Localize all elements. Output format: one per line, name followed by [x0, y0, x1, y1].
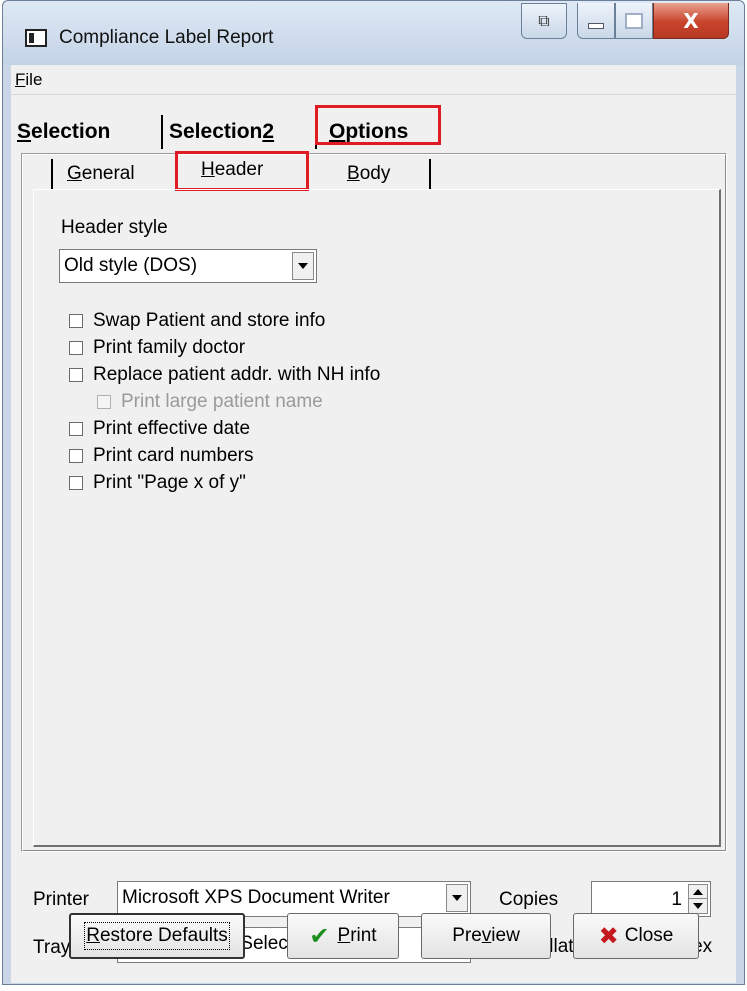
- tab-general[interactable]: General: [67, 157, 135, 191]
- tab-separator: [161, 115, 163, 149]
- minimize-button[interactable]: [577, 3, 615, 39]
- app-icon[interactable]: [25, 29, 47, 47]
- preview-button[interactable]: Pre v iew: [421, 913, 551, 959]
- highlight-options-tab: [315, 105, 441, 145]
- checkbox: [97, 395, 111, 409]
- tab-body[interactable]: Body: [347, 157, 390, 191]
- chevron-down-icon[interactable]: [292, 252, 314, 280]
- tab-selection-2[interactable]: Selection 2: [169, 115, 274, 149]
- restore-window-icon: ⧉: [538, 11, 550, 30]
- close-button[interactable]: ✖ Close: [573, 913, 699, 959]
- checkbox[interactable]: [69, 422, 83, 436]
- checkmark-icon: ✔: [309, 922, 330, 950]
- window-extra-button[interactable]: ⧉: [521, 3, 567, 39]
- checkbox[interactable]: [69, 341, 83, 355]
- chevron-down-icon[interactable]: [446, 884, 468, 912]
- checkbox[interactable]: [69, 449, 83, 463]
- checkbox[interactable]: [69, 476, 83, 490]
- copies-label: Copies: [499, 889, 559, 910]
- header-tab-content: [33, 189, 721, 847]
- checkbox-print-effective-date[interactable]: Print effective date: [69, 417, 250, 441]
- subtab-edge: [429, 159, 431, 189]
- maximize-button[interactable]: [615, 3, 653, 39]
- subtab-edge: [51, 159, 53, 189]
- checkbox-print-large-patient-name: Print large patient name: [97, 390, 323, 414]
- close-icon: X: [683, 8, 699, 33]
- header-style-label: Header style: [61, 217, 168, 238]
- checkbox-print-family-doctor[interactable]: Print family doctor: [69, 336, 245, 360]
- checkbox[interactable]: [69, 314, 83, 328]
- checkbox-print-page-x-of-y[interactable]: Print "Page x of y": [69, 471, 246, 495]
- menu-file[interactable]: File: [15, 70, 42, 90]
- close-window-button[interactable]: X: [653, 3, 729, 39]
- tab-selection[interactable]: Selection: [17, 115, 110, 149]
- spin-down-icon[interactable]: [688, 898, 708, 914]
- print-button[interactable]: ✔ Print: [287, 913, 399, 959]
- tray-label: Tray: [33, 937, 71, 958]
- checkbox-swap-patient-store[interactable]: Swap Patient and store info: [69, 309, 325, 333]
- app-window: Compliance Label Report ⧉ X File Selecti…: [2, 0, 745, 985]
- restore-defaults-button[interactable]: Restore Defaults: [69, 913, 245, 959]
- printer-select[interactable]: Microsoft XPS Document Writer: [117, 881, 471, 917]
- dialog-client-area: File Selection Selection 2 Options Gener…: [11, 65, 736, 983]
- checkbox-replace-patient-addr[interactable]: Replace patient addr. with NH info: [69, 363, 380, 387]
- title-bar[interactable]: Compliance Label Report ⧉ X: [3, 1, 744, 65]
- checkbox[interactable]: [69, 368, 83, 382]
- highlight-header-tab: [175, 151, 309, 191]
- checkbox-print-card-numbers[interactable]: Print card numbers: [69, 444, 254, 468]
- copies-stepper[interactable]: 1: [591, 881, 711, 917]
- printer-label: Printer: [33, 889, 89, 910]
- menu-bar: File: [11, 65, 736, 95]
- header-style-select[interactable]: Old style (DOS): [59, 249, 317, 283]
- x-icon: ✖: [598, 922, 619, 950]
- window-title: Compliance Label Report: [59, 27, 274, 48]
